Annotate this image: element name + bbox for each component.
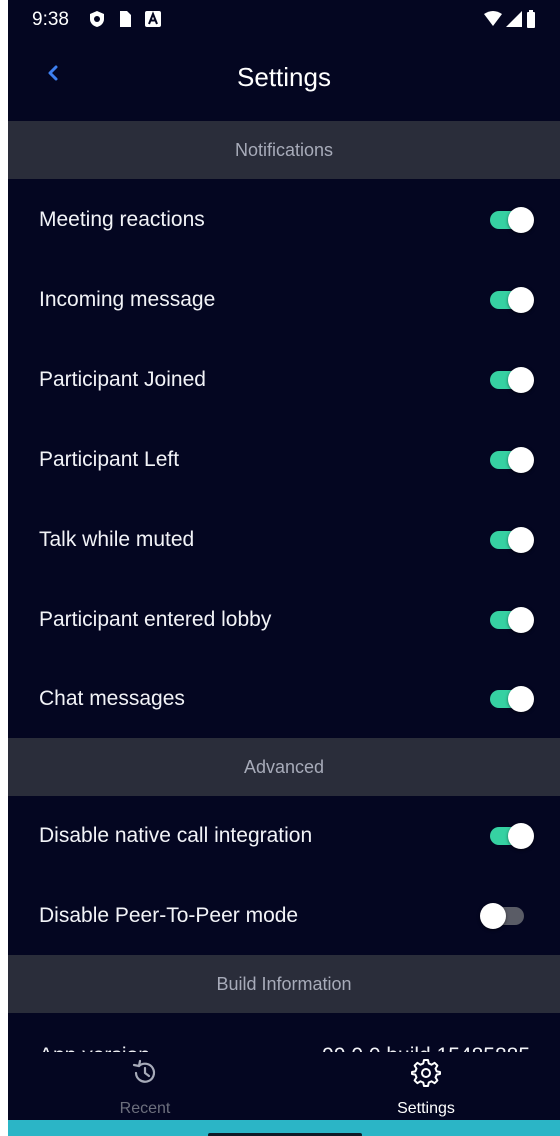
page-title: Settings (237, 62, 331, 92)
nav-tab-recent[interactable]: Recent (75, 1052, 215, 1120)
sim-card-icon (120, 11, 131, 27)
status-indicators (484, 10, 536, 28)
setting-row-meeting-reactions[interactable]: Meeting reactions (8, 180, 560, 260)
setting-row-participant-left[interactable]: Participant Left (8, 420, 560, 500)
setting-label: Participant Left (39, 448, 180, 471)
setting-label: Disable native call integration (39, 824, 313, 847)
meeting-reactions-toggle[interactable] (490, 205, 534, 235)
setting-row-participant-joined[interactable]: Participant Joined (8, 340, 560, 420)
signal-icon (506, 11, 522, 27)
talk-while-muted-toggle[interactable] (490, 525, 534, 555)
bottom-navigation: Recent Settings (8, 1052, 560, 1120)
participant-joined-toggle[interactable] (490, 365, 534, 395)
setting-label: Chat messages (39, 687, 185, 710)
chat-messages-toggle[interactable] (490, 684, 534, 714)
setting-label: Participant entered lobby (39, 608, 272, 631)
wifi-icon (484, 11, 502, 26)
gear-icon (411, 1059, 441, 1087)
nav-label-recent: Recent (119, 1100, 171, 1117)
nav-tab-settings[interactable]: Settings (356, 1052, 496, 1120)
setting-row-talk-while-muted[interactable]: Talk while muted (8, 500, 560, 580)
disable-peer-to-peer-mode-toggle[interactable] (480, 901, 524, 931)
setting-row-disable-peer-to-peer-mode[interactable]: Disable Peer-To-Peer mode (8, 876, 560, 956)
setting-row-participant-entered-lobby[interactable]: Participant entered lobby (8, 580, 560, 660)
setting-label: Disable Peer-To-Peer mode (39, 904, 299, 927)
setting-row-chat-messages[interactable]: Chat messages (8, 659, 560, 739)
section-header-notifications: Notifications (8, 121, 560, 179)
setting-row-disable-native-call-integration[interactable]: Disable native call integration (8, 796, 560, 876)
section-header-advanced: Advanced (8, 738, 560, 796)
participant-left-toggle[interactable] (490, 445, 534, 475)
notification-a-icon (145, 11, 161, 27)
history-icon (132, 1059, 156, 1083)
app-screen: 9:38 Settings Notifications Meeting reac… (8, 0, 560, 1136)
setting-row-incoming-message[interactable]: Incoming message (8, 260, 560, 340)
shield-icon (90, 11, 104, 27)
participant-entered-lobby-toggle[interactable] (490, 605, 534, 635)
status-bar: 9:38 (8, 0, 560, 40)
setting-label: Incoming message (39, 288, 216, 311)
battery-icon (527, 10, 535, 28)
disable-native-call-integration-toggle[interactable] (490, 821, 534, 851)
incoming-message-toggle[interactable] (490, 285, 534, 315)
section-header-build-information: Build Information (8, 955, 560, 1013)
status-time: 9:38 (32, 9, 69, 30)
nav-label-settings: Settings (397, 1100, 455, 1117)
app-header: Settings (8, 40, 560, 120)
gesture-bar (8, 1120, 560, 1136)
setting-label: Talk while muted (39, 528, 195, 551)
setting-label: Participant Joined (39, 368, 206, 391)
setting-label: Meeting reactions (39, 208, 205, 231)
